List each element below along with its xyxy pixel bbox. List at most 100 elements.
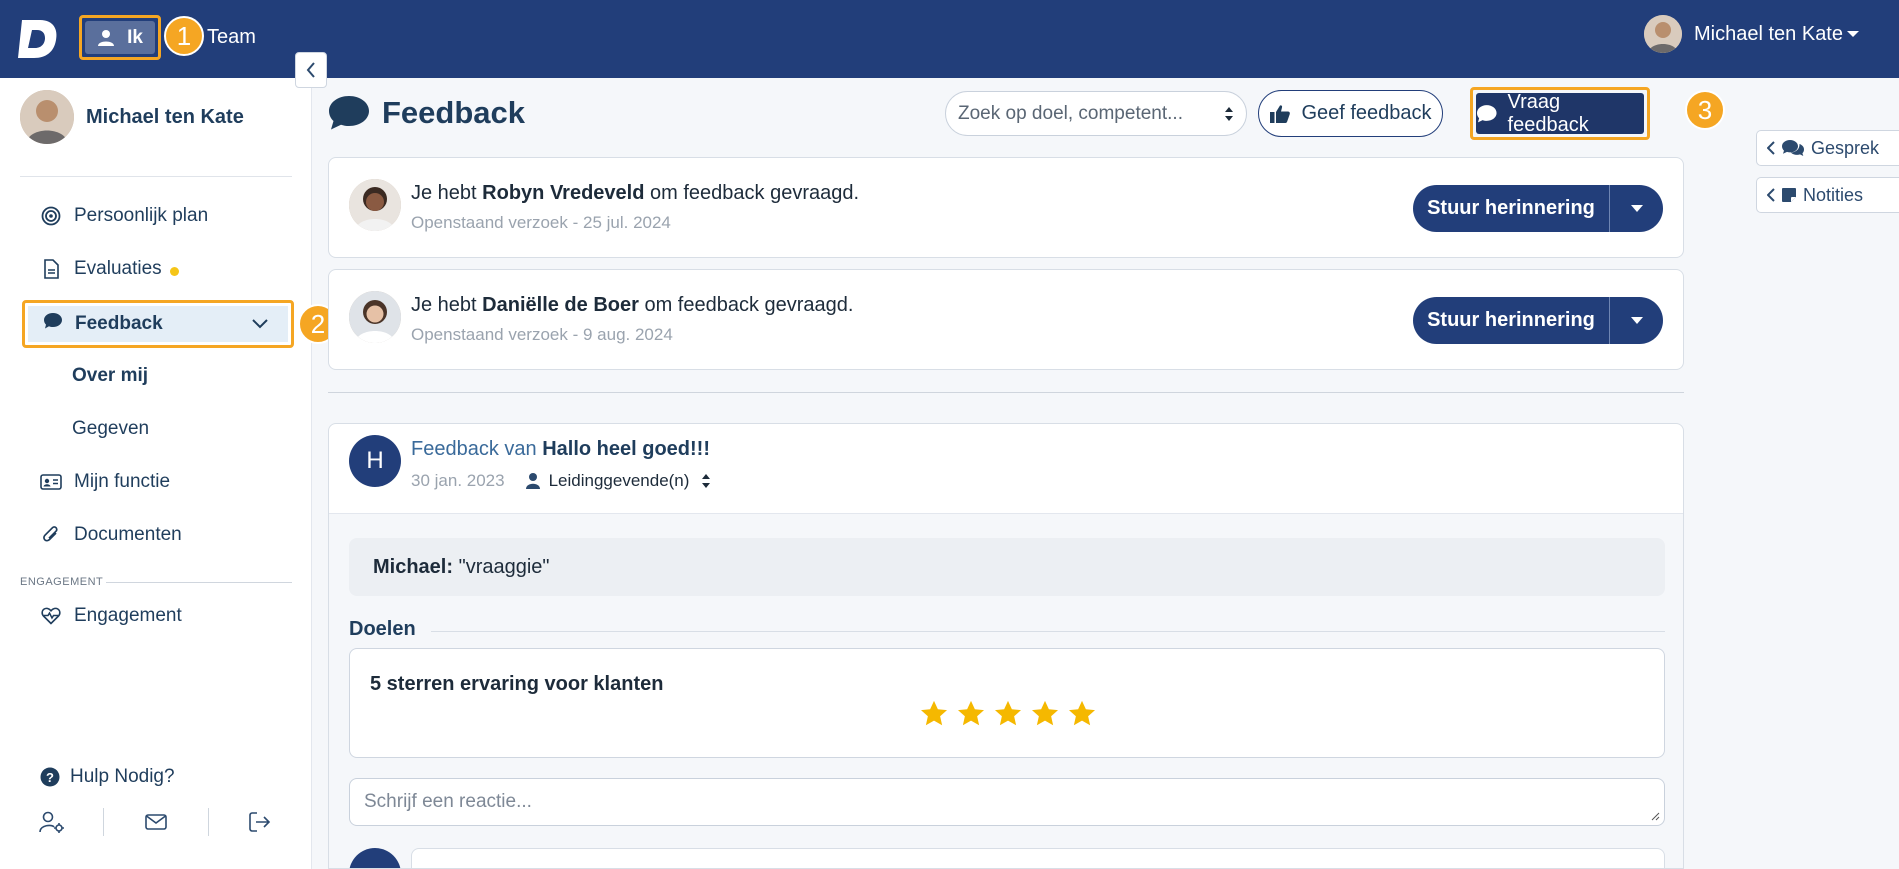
- avatar: [349, 848, 401, 868]
- tab-label: Gesprek: [1811, 137, 1880, 158]
- request-suffix: om feedback gevraagd.: [638, 294, 854, 316]
- reminder-options-dropdown[interactable]: [1610, 317, 1663, 324]
- chevron-left-icon: [1767, 141, 1775, 155]
- user-icon: [525, 473, 540, 489]
- sidebar-item-my-function[interactable]: Mijn functie: [40, 471, 170, 493]
- request-prefix: Je hebt: [411, 294, 483, 316]
- sidebar-profile-name: Michael ten Kate: [86, 105, 244, 128]
- document-icon: [40, 258, 62, 280]
- send-reminder-button-group: Stuur herinnering: [1413, 185, 1663, 232]
- logout-button[interactable]: [209, 808, 312, 836]
- tab-conversation[interactable]: Gesprek: [1756, 130, 1899, 166]
- divider: [431, 631, 1665, 632]
- ask-feedback-button[interactable]: Vraag feedback: [1476, 90, 1644, 136]
- svg-text:?: ?: [46, 770, 54, 785]
- divider: [20, 176, 292, 177]
- star-icon: [1069, 700, 1095, 726]
- sidebar-item-label: Persoonlijk plan: [74, 205, 209, 226]
- user-menu[interactable]: Michael ten Kate: [1644, 15, 1859, 53]
- comments-icon: [1782, 140, 1804, 156]
- send-reminder-button[interactable]: Stuur herinnering: [1413, 185, 1610, 232]
- mail-button[interactable]: [104, 808, 209, 836]
- app-logo[interactable]: [18, 18, 60, 60]
- goals-heading: Doelen: [349, 618, 416, 640]
- user-name: Michael ten Kate: [1694, 22, 1843, 45]
- reply-input[interactable]: Schrijf een reactie...: [349, 778, 1665, 826]
- tab-label: Notities: [1803, 184, 1864, 205]
- request-prefix: Je hebt: [411, 182, 483, 204]
- chat-bubble-icon: [329, 96, 369, 130]
- caret-down-icon: [1630, 205, 1643, 212]
- feedback-item-title: Feedback van Hallo heel goed!!!: [411, 438, 710, 461]
- reminder-options-dropdown[interactable]: [1610, 205, 1663, 212]
- sticky-note-icon: [1782, 188, 1796, 202]
- feedback-item-meta: 30 jan. 2023 Leidinggevende(n): [411, 471, 711, 491]
- envelope-icon: [145, 814, 167, 830]
- caret-down-icon: [1847, 31, 1859, 37]
- step-badge-3: 3: [1685, 90, 1725, 130]
- star-icon: [958, 700, 984, 726]
- feedback-date: 30 jan. 2023: [411, 471, 505, 490]
- goal-card: 5 sterren ervaring voor klanten: [349, 648, 1665, 758]
- star-icon: [921, 700, 947, 726]
- request-status: Openstaand verzoek - 9 aug. 2024: [411, 325, 673, 344]
- search-input[interactable]: Zoek op doel, competent...: [945, 91, 1247, 136]
- heart-pulse-icon: [40, 605, 62, 627]
- resize-handle-icon: [1651, 812, 1660, 821]
- quote-text: "vraaggie": [458, 555, 550, 578]
- avatar: [20, 90, 74, 144]
- sidebar-subitem-about-me[interactable]: Over mij: [72, 365, 148, 387]
- avatar: [349, 179, 401, 231]
- feedback-title-name: Hallo heel goed!!!: [542, 438, 710, 460]
- goal-title: 5 sterren ervaring voor klanten: [370, 673, 664, 695]
- ask-feedback-label: Vraag feedback: [1507, 90, 1589, 136]
- step-badge-1: 1: [164, 16, 204, 56]
- send-reminder-button[interactable]: Stuur herinnering: [1413, 297, 1610, 344]
- star-icon: [995, 700, 1021, 726]
- user-settings-button[interactable]: [0, 808, 105, 836]
- sidebar-item-label: Evaluaties: [74, 258, 162, 279]
- star-icon: [1032, 700, 1058, 726]
- logout-icon: [249, 812, 271, 832]
- comment-box: [411, 848, 1665, 868]
- chat-bubble-icon: [1476, 104, 1497, 122]
- request-text: Je hebt Daniëlle de Boer om feedback gev…: [411, 294, 853, 317]
- caret-down-icon: [1630, 317, 1643, 324]
- give-feedback-button[interactable]: Geef feedback: [1258, 90, 1443, 137]
- nav-me-button[interactable]: Ik: [85, 21, 155, 54]
- visibility-role-selector[interactable]: Leidinggevende(n): [525, 471, 712, 491]
- id-card-icon: [40, 471, 62, 493]
- help-link[interactable]: ? Hulp Nodig?: [40, 766, 175, 788]
- feedback-item-body: Michael: "vraaggie" Doelen 5 sterren erv…: [329, 514, 1683, 868]
- feedback-item-card: H Feedback van Hallo heel goed!!! 30 jan…: [328, 423, 1684, 869]
- send-reminder-button-group: Stuur herinnering: [1413, 297, 1663, 344]
- chevron-left-icon: [306, 62, 315, 78]
- sidebar-item-feedback[interactable]: Feedback: [28, 306, 288, 342]
- page-title-text: Feedback: [382, 95, 526, 130]
- nav-me-label: Ik: [127, 26, 143, 48]
- sidebar-item-personal-plan[interactable]: Persoonlijk plan: [40, 205, 208, 227]
- sidebar-footer: [0, 800, 312, 844]
- visibility-role-label: Leidinggevende(n): [548, 471, 690, 490]
- sidebar-feedback-highlight: Feedback: [22, 300, 294, 348]
- sidebar-item-label: Documenten: [74, 524, 182, 545]
- sidebar-subitem-given[interactable]: Gegeven: [72, 418, 149, 440]
- request-person-name: Daniëlle de Boer: [482, 294, 639, 316]
- sidebar-item-documents[interactable]: Documenten: [40, 524, 182, 546]
- thumbs-up-icon: [1270, 104, 1291, 123]
- collapse-sidebar-button[interactable]: [295, 52, 327, 88]
- sidebar-profile[interactable]: Michael ten Kate: [20, 90, 244, 144]
- tab-notes[interactable]: Notities: [1756, 177, 1899, 213]
- chevron-left-icon: [1767, 188, 1775, 202]
- quote-author: Michael:: [373, 555, 454, 578]
- question-circle-icon: ?: [40, 767, 60, 787]
- request-person-name: Robyn Vredeveld: [482, 182, 645, 204]
- user-gear-icon: [38, 811, 64, 833]
- nav-team-link[interactable]: Team: [207, 26, 256, 49]
- feedback-request-card: Je hebt Daniëlle de Boer om feedback gev…: [328, 269, 1684, 370]
- user-icon: [98, 29, 115, 46]
- sidebar-item-evaluations[interactable]: Evaluaties: [40, 258, 179, 280]
- divider: [328, 392, 1684, 393]
- sidebar-item-engagement[interactable]: Engagement: [40, 605, 182, 627]
- top-navigation-bar: Ik 1 Team Michael ten Kate: [0, 0, 1899, 78]
